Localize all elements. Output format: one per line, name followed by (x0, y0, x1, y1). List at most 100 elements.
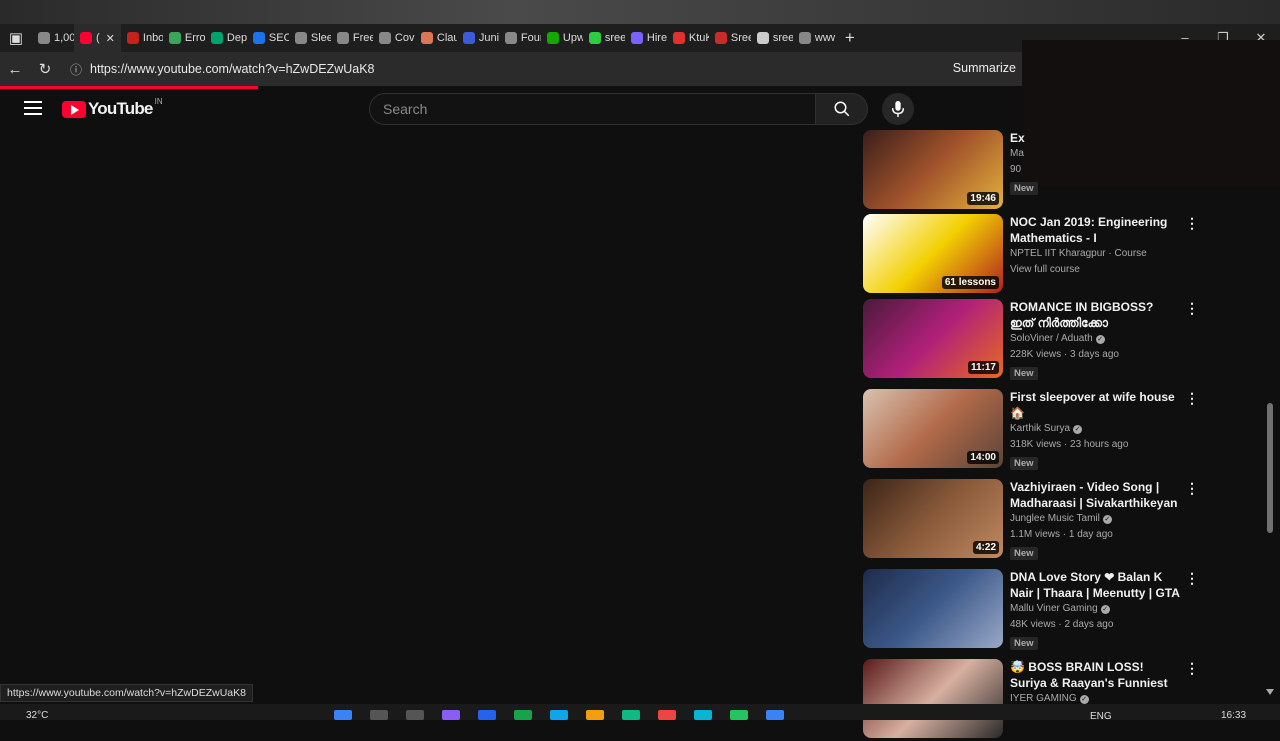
tab-label: Hireb (646, 32, 667, 44)
task-view-icon[interactable] (406, 710, 424, 720)
new-tab-button[interactable]: + (835, 28, 865, 48)
spotify-icon[interactable] (730, 710, 748, 720)
video-stats: 90 (1010, 164, 1022, 175)
clock[interactable]: 16:33 (1221, 710, 1246, 721)
folder-icon[interactable] (586, 710, 604, 720)
browser-tab[interactable]: KtuKe (667, 24, 709, 52)
video-player-area[interactable] (0, 130, 845, 690)
browser-tab[interactable]: Claud (415, 24, 457, 52)
page-scrollbar[interactable] (1263, 130, 1277, 695)
whatsapp-icon[interactable] (514, 710, 532, 720)
video-thumbnail[interactable]: 14:00 (863, 389, 1003, 468)
video-list-item[interactable]: 11:17 ROMANCE IN BIGBOSS? ഇത് നിർത്തിക്കോ… (863, 299, 1208, 381)
tab-favicon-icon (168, 32, 181, 44)
more-actions-icon[interactable]: ⋮ (1185, 216, 1199, 230)
browser-tab[interactable]: www.l (793, 24, 835, 52)
vscode-icon[interactable] (766, 710, 784, 720)
chrome-icon[interactable] (622, 710, 640, 720)
url-field[interactable]: ⓘ https://www.youtube.com/watch?v=hZwDEZ… (70, 61, 375, 78)
search-icon (834, 101, 849, 117)
browser-tab[interactable]: Free A (331, 24, 373, 52)
more-actions-icon[interactable]: ⋮ (1185, 571, 1199, 585)
video-list-item[interactable]: 14:00 First sleepover at wife house 🏠 Kart… (863, 389, 1208, 471)
video-thumbnail[interactable]: 19:46 (863, 130, 1003, 209)
start-icon[interactable] (334, 710, 352, 720)
more-actions-icon[interactable]: ⋮ (1185, 481, 1199, 495)
search-taskbar-icon[interactable] (370, 710, 388, 720)
store-icon[interactable] (478, 710, 496, 720)
browser-tab[interactable]: Inbox (121, 24, 163, 52)
video-title[interactable]: 🤯 BOSS BRAIN LOSS! Suriya & Raayan's Fun… (1010, 659, 1180, 691)
video-list-item[interactable]: 19:46 Ex Ma 90 New (863, 130, 1208, 212)
video-thumbnail[interactable]: 11:17 (863, 299, 1003, 378)
channel-name[interactable]: SoloViner / Aduath (1010, 333, 1093, 344)
browser-tab[interactable]: Hireb (625, 24, 667, 52)
video-title[interactable]: ROMANCE IN BIGBOSS? ഇത് നിർത്തിക്കോ (1010, 299, 1180, 331)
close-tab-icon[interactable]: ✕ (106, 32, 115, 45)
browser-tab[interactable]: sree3 (751, 24, 793, 52)
more-actions-icon[interactable]: ⋮ (1185, 301, 1199, 315)
browser-tab[interactable]: Sreera (709, 24, 751, 52)
search-button[interactable] (816, 93, 868, 125)
back-icon[interactable]: ← (0, 61, 30, 78)
browser-tab[interactable]: Cover (373, 24, 415, 52)
scroll-down-arrow[interactable] (1266, 689, 1274, 695)
browser-tab[interactable]: Found (499, 24, 541, 52)
tab-actions-icon[interactable]: ▣ (0, 29, 32, 47)
browser-tab[interactable]: SEO T (247, 24, 289, 52)
browser-tab[interactable]: Upwo (541, 24, 583, 52)
video-title[interactable]: NOC Jan 2019: Engineering Mathematics - … (1010, 214, 1180, 246)
teams-icon[interactable] (442, 710, 460, 720)
video-list-item[interactable]: 🤯 BOSS BRAIN LOSS! Suriya & Raayan's Fun… (863, 659, 1208, 741)
app-icon-2[interactable] (694, 710, 712, 720)
browser-tab[interactable]: (✕ (74, 24, 121, 52)
video-title[interactable]: Vazhiyiraen - Video Song | Madharaasi | … (1010, 479, 1180, 511)
browser-tab[interactable]: Error (163, 24, 205, 52)
voice-search-button[interactable] (882, 93, 914, 125)
summarize-button[interactable]: Summarize (953, 61, 1016, 75)
channel-name[interactable]: NPTEL IIT Kharagpur · Course (1010, 248, 1147, 259)
video-thumbnail[interactable]: 4:22 (863, 479, 1003, 558)
language-indicator[interactable]: ENG (1090, 711, 1112, 722)
channel-name[interactable]: IYER GAMING (1010, 693, 1077, 704)
video-title[interactable]: First sleepover at wife house 🏠 (1010, 389, 1180, 421)
browser-tab[interactable]: sreera (583, 24, 625, 52)
channel-name[interactable]: Mallu Viner Gaming (1010, 603, 1098, 614)
app-icon[interactable] (658, 710, 676, 720)
video-stats: View full course (1010, 264, 1080, 275)
video-thumbnail[interactable] (863, 569, 1003, 648)
video-title[interactable]: DNA Love Story ❤ Balan K Nair | Thaara |… (1010, 569, 1180, 601)
edge-icon[interactable] (550, 710, 568, 720)
more-actions-icon[interactable]: ⋮ (1185, 391, 1199, 405)
video-thumbnail[interactable] (863, 659, 1003, 738)
channel-name[interactable]: Junglee Music Tamil (1010, 513, 1100, 524)
video-meta: 🤯 BOSS BRAIN LOSS! Suriya & Raayan's Fun… (1010, 659, 1180, 707)
weather-widget[interactable]: 32°C (26, 710, 48, 721)
channel-name[interactable]: Karthik Surya (1010, 423, 1070, 434)
tab-favicon-icon (504, 32, 517, 44)
browser-tab[interactable]: Sleep (289, 24, 331, 52)
tab-label: sreera (604, 32, 625, 44)
video-title[interactable]: Ex (1010, 130, 1180, 146)
channel-row: Mallu Viner Gaming ✓ (1010, 601, 1180, 617)
search-box (369, 93, 816, 125)
search-input[interactable] (370, 94, 815, 124)
scrollbar-thumb[interactable] (1267, 403, 1273, 533)
new-badge: New (1010, 182, 1038, 195)
menu-icon[interactable] (24, 101, 42, 115)
video-thumbnail[interactable]: 61 lessons (863, 214, 1003, 293)
browser-tab[interactable]: Junior (457, 24, 499, 52)
channel-name[interactable]: Ma (1010, 148, 1024, 159)
video-list-item[interactable]: 61 lessons NOC Jan 2019: Engineering Math… (863, 214, 1208, 296)
browser-tab[interactable]: 1,000 (32, 24, 74, 52)
site-info-icon[interactable]: ⓘ (70, 61, 82, 78)
tab-label: Inbox (142, 32, 163, 44)
video-list-item[interactable]: 4:22 Vazhiyiraen - Video Song | Madharaas… (863, 479, 1208, 561)
video-list-item[interactable]: DNA Love Story ❤ Balan K Nair | Thaara |… (863, 569, 1208, 651)
more-actions-icon[interactable]: ⋮ (1185, 661, 1199, 675)
youtube-logo[interactable]: YouTube IN (62, 97, 163, 119)
tab-label: Upwo (562, 32, 583, 44)
browser-tab[interactable]: Deplo (205, 24, 247, 52)
reload-icon[interactable]: ↻ (30, 60, 60, 78)
tab-label: Sreera (730, 32, 751, 44)
